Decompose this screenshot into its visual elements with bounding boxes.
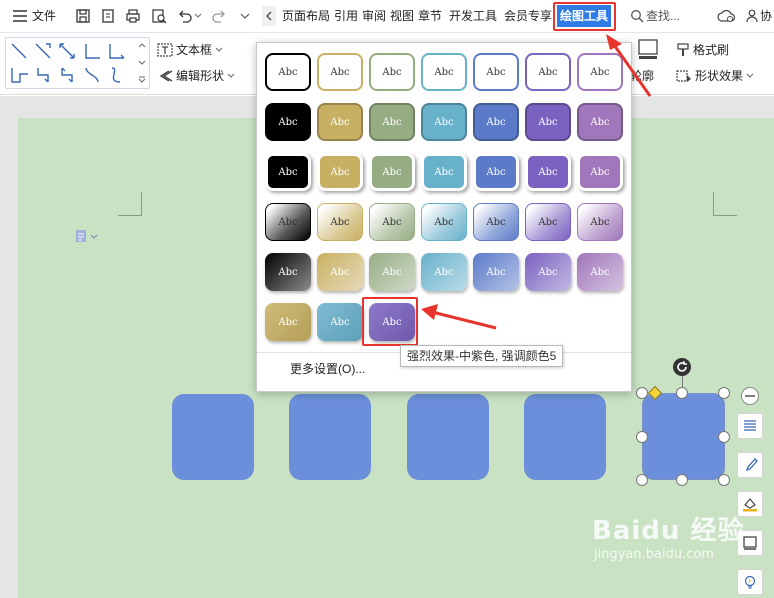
arrow-to-drawing-tools (606, 34, 652, 97)
arrow-to-selected-style (421, 304, 497, 330)
annotation-arrows (421, 34, 652, 330)
